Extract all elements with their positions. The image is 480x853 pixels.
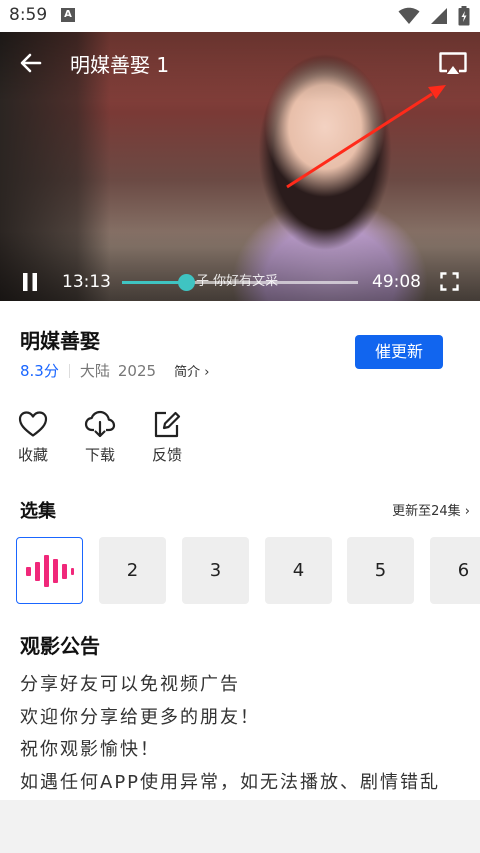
episodes-title: 选集 xyxy=(20,501,56,522)
notice-title: 观影公告 xyxy=(20,634,100,658)
bottom-area xyxy=(0,800,480,853)
feedback-label: 反馈 xyxy=(151,446,182,464)
download-label: 下载 xyxy=(84,446,115,464)
notice-line: 如遇任何APP使用异常，如无法播放、剧情错乱 xyxy=(20,772,441,793)
year: 2025 xyxy=(117,361,157,380)
intro-link[interactable]: 简介 › xyxy=(174,361,209,380)
fullscreen-icon[interactable] xyxy=(440,272,459,291)
status-bar: 8:59 A xyxy=(0,0,480,32)
pause-icon[interactable] xyxy=(20,272,40,292)
urge-update-button[interactable]: 催更新 xyxy=(355,335,443,369)
episode-item[interactable]: 6 xyxy=(430,537,480,604)
favorite-label: 收藏 xyxy=(17,446,48,464)
episode-item[interactable]: 2 xyxy=(99,537,166,604)
battery-charging-icon xyxy=(458,6,470,26)
rating: 8.3分 xyxy=(20,362,59,380)
heart-icon xyxy=(18,411,48,437)
player-title: 明媒善娶 1 xyxy=(70,53,170,77)
episode-item[interactable]: 3 xyxy=(182,537,249,604)
seek-progress xyxy=(122,281,186,284)
cast-icon[interactable] xyxy=(437,50,469,78)
episode-item[interactable]: 5 xyxy=(347,537,414,604)
edit-icon xyxy=(154,411,181,438)
show-meta: 8.3分 大陆 2025 简介 › xyxy=(20,360,209,381)
total-time: 49:08 xyxy=(372,272,421,292)
cloud-download-icon xyxy=(84,410,116,438)
status-time: 8:59 xyxy=(9,5,48,25)
feedback-button[interactable]: 反馈 xyxy=(144,410,190,465)
playing-bars-icon xyxy=(26,555,74,587)
seek-bar[interactable] xyxy=(122,274,358,291)
status-icons xyxy=(398,6,470,26)
notice-line: 分享好友可以免视频广告 xyxy=(20,674,240,695)
signal-icon xyxy=(431,8,447,24)
video-player[interactable]: 明媒善娶 1 子 你好有文采 13:13 49:08 xyxy=(0,32,480,301)
seek-thumb[interactable] xyxy=(177,274,195,291)
notice-line: 欢迎你分享给更多的朋友！ xyxy=(20,707,260,728)
download-button[interactable]: 下载 xyxy=(77,410,123,465)
notice-line: 祝你观影愉快！ xyxy=(20,739,160,760)
show-title: 明媒善娶 xyxy=(20,329,100,353)
favorite-button[interactable]: 收藏 xyxy=(10,410,56,465)
wifi-icon xyxy=(398,7,420,24)
region: 大陆 xyxy=(79,362,110,380)
episode-current[interactable] xyxy=(16,537,83,604)
back-arrow-icon[interactable] xyxy=(18,50,44,76)
update-info-link[interactable]: 更新至24集 › xyxy=(392,500,470,519)
current-time: 13:13 xyxy=(62,272,111,292)
episode-list: 2 3 4 5 6 xyxy=(16,537,480,604)
video-subtitle: 子 你好有文采 xyxy=(196,270,278,289)
meta-divider xyxy=(68,363,70,378)
notification-a-icon: A xyxy=(61,8,75,22)
episode-item[interactable]: 4 xyxy=(265,537,332,604)
